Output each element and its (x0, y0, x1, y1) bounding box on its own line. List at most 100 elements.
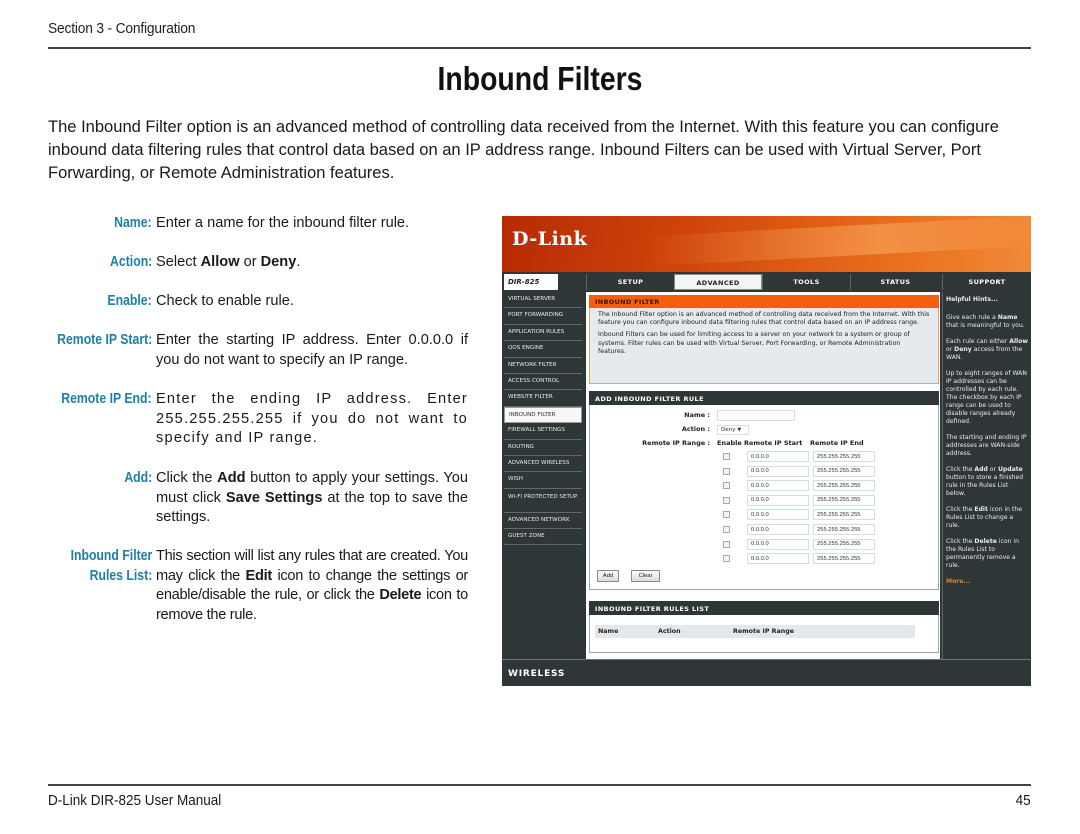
remote-ip-end-input[interactable] (813, 553, 875, 565)
remote-ip-end-input[interactable] (813, 494, 875, 506)
hint-text: or (946, 346, 955, 353)
tab-setup[interactable]: SETUP (586, 274, 674, 290)
col-remote-ip-start: Remote IP Start (744, 439, 803, 447)
sidebar: VIRTUAL SERVER PORT FORWARDING APPLICATION… (502, 292, 584, 546)
hint-item: Click the Add or Update button to store … (946, 466, 1028, 498)
enable-checkbox[interactable] (723, 526, 730, 533)
dlink-logo: D-Link (512, 228, 588, 250)
name-label: Name : (684, 411, 710, 419)
desc-label: Enable: (107, 293, 152, 309)
sidebar-item-advanced-network[interactable]: ADVANCED NETWORK (504, 513, 582, 530)
remote-ip-end-input[interactable] (813, 509, 875, 521)
desc-text: Enter a name for the inbound filter rule… (156, 215, 410, 231)
top-divider (48, 47, 1031, 49)
sidebar-item-guest-zone[interactable]: GUEST ZONE (504, 529, 582, 546)
enable-checkbox[interactable] (723, 453, 730, 460)
tab-advanced[interactable]: ADVANCED (674, 274, 762, 290)
action-label: Action : (681, 425, 710, 433)
enable-checkbox[interactable] (723, 511, 730, 519)
hint-text: button to store a finished rule in the R… (946, 474, 1024, 497)
desc-text: Enter the starting IP address. Enter 0.0… (156, 332, 468, 368)
desc-label: Name: (114, 215, 152, 231)
hint-item: Up to eight ranges of WAN IP addresses c… (946, 370, 1028, 426)
desc-text: This section will list any rules that ar… (156, 547, 468, 625)
label-line: Rules List: (89, 567, 152, 584)
sidebar-item-routing[interactable]: ROUTING (504, 440, 582, 456)
text: . (296, 254, 301, 270)
text: Click the (156, 470, 218, 486)
rules-list-header: INBOUND FILTER RULES LIST (589, 601, 939, 615)
sidebar-item-firewall-settings[interactable]: FIREWALL SETTINGS (504, 423, 582, 440)
action-select[interactable]: Deny ▼ (717, 425, 749, 435)
brand-banner: D-Link (502, 216, 1031, 272)
bold-text: Add (217, 470, 246, 486)
remote-ip-end-input[interactable] (813, 538, 875, 550)
sidebar-item-wish[interactable]: WISH (504, 472, 582, 489)
col-remote-ip-end: Remote IP End (810, 439, 864, 447)
model-slash-icon: /// (542, 274, 552, 289)
remote-ip-end-input[interactable] (813, 451, 875, 462)
add-button[interactable]: Add (597, 570, 619, 582)
enable-checkbox[interactable] (723, 467, 730, 475)
banner-swoosh (642, 216, 1031, 267)
hint-item: Each rule can either Allow or Deny acces… (946, 338, 1028, 362)
remote-ip-start-input[interactable] (747, 524, 809, 535)
inbound-filter-header: INBOUND FILTER (589, 295, 939, 308)
hint-bold: Add (974, 466, 988, 473)
enable-checkbox[interactable] (723, 496, 730, 504)
remote-ip-start-input[interactable] (747, 553, 809, 565)
hint-item: Click the Edit icon in the Rules List to… (946, 506, 1028, 530)
sidebar-item-port-forwarding[interactable]: PORT FORWARDING (504, 308, 582, 325)
tab-support[interactable]: SUPPORT (942, 274, 1031, 290)
text: Select (156, 254, 201, 270)
hint-bold: Edit (974, 506, 988, 513)
more-link[interactable]: More... (946, 578, 1028, 586)
sidebar-item-qos-engine[interactable]: QOS ENGINE (504, 341, 582, 358)
tab-tools[interactable]: TOOLS (762, 274, 850, 290)
hint-text: Each rule can either (946, 338, 1010, 345)
page-number: 45 (1015, 792, 1031, 809)
col-enable: Enable (717, 439, 742, 447)
remote-ip-range-label: Remote IP Range : (642, 439, 710, 447)
sidebar-item-advanced-wireless[interactable]: ADVANCED WIRELESS (504, 456, 582, 473)
rules-list-columns: Name Action Remote IP Range (595, 625, 915, 638)
chevron-down-icon: ▼ (737, 427, 742, 433)
hint-text: The starting and ending IP addresses are… (946, 434, 1027, 457)
sidebar-item-virtual-server[interactable]: VIRTUAL SERVER (504, 292, 582, 309)
enable-checkbox[interactable] (723, 555, 730, 563)
hint-bold: Deny (954, 346, 972, 353)
clear-button[interactable]: Clear (631, 570, 660, 582)
desc-label: Inbound Filter Rules List: (70, 547, 152, 586)
sidebar-item-website-filter[interactable]: WEBSITE FILTER (504, 390, 582, 407)
remote-ip-start-input[interactable] (747, 451, 809, 462)
col-name: Name (598, 628, 619, 635)
remote-ip-start-input[interactable] (747, 538, 809, 550)
remote-ip-end-input[interactable] (813, 465, 875, 477)
top-nav: DIR-825 /// SETUP ADVANCED TOOLS STATUS … (502, 274, 1031, 291)
sidebar-item-inbound-filter[interactable]: INBOUND FILTER (504, 406, 582, 424)
sidebar-item-network-filter[interactable]: NETWORK FILTER (504, 358, 582, 374)
manual-title: D-Link DIR-825 User Manual (48, 792, 222, 809)
tab-status[interactable]: STATUS (850, 274, 940, 290)
hint-text: Click the (946, 506, 975, 513)
inbound-filter-info: The Inbound Filter option is an advanced… (589, 308, 939, 384)
enable-checkbox[interactable] (723, 482, 730, 490)
sidebar-item-application-rules[interactable]: APPLICATION RULES (504, 325, 582, 342)
remote-ip-end-input[interactable] (813, 480, 875, 492)
bold-text: Delete (379, 587, 422, 603)
remote-ip-start-input[interactable] (747, 494, 809, 506)
desc-text: Select Allow or Deny. (156, 253, 468, 273)
enable-checkbox[interactable] (723, 540, 730, 548)
hint-bold: Name (997, 314, 1018, 321)
bold-text: Edit (245, 567, 273, 584)
name-input[interactable] (717, 410, 795, 421)
remote-ip-end-input[interactable] (813, 524, 875, 535)
sidebar-item-wi-fi-protected-setup[interactable]: WI-FI PROTECTED SETUP (504, 489, 582, 513)
sidebar-item-access-control[interactable]: ACCESS CONTROL (504, 374, 582, 391)
remote-ip-start-input[interactable] (747, 509, 809, 521)
desc-label: Action: (109, 254, 152, 270)
remote-ip-start-input[interactable] (747, 465, 809, 477)
info-paragraph: Inbound Filters can be used for limiting… (598, 331, 910, 355)
remote-ip-start-input[interactable] (747, 480, 809, 492)
rules-list-box: Name Action Remote IP Range (589, 615, 939, 653)
